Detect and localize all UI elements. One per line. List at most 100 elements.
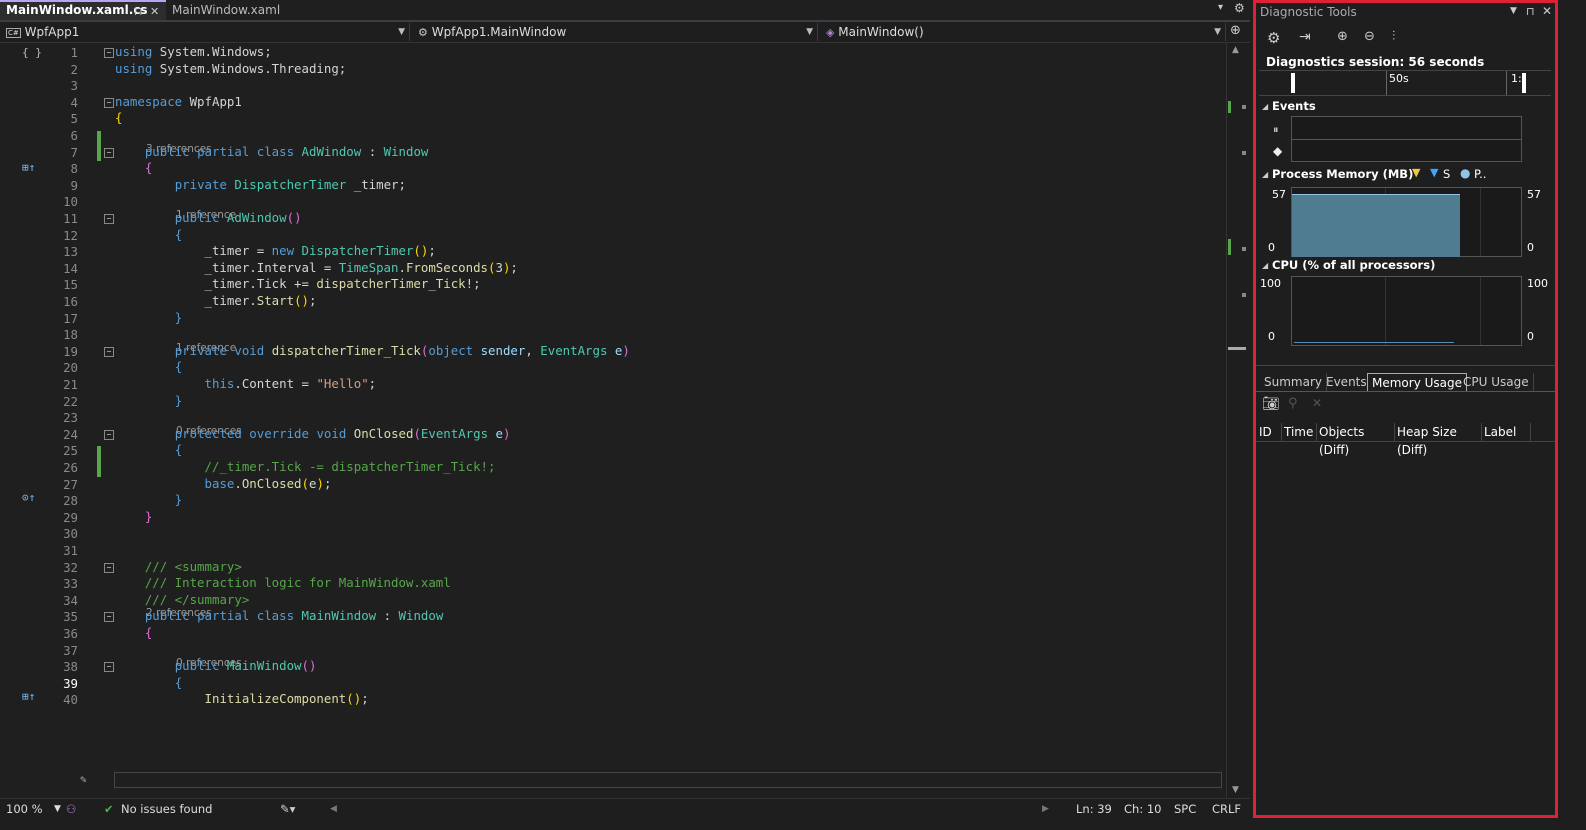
code-editor[interactable]: 1 using System.Windows; 2 using System.Wind… <box>0 43 1226 798</box>
code-line[interactable]: _timer.Start(); <box>115 292 317 309</box>
char-indicator[interactable]: Ch: 10 <box>1124 799 1161 819</box>
class-override-icon[interactable]: ⊞↑ <box>22 161 35 174</box>
code-line[interactable]: base.OnClosed(e); <box>115 475 332 492</box>
tab-overflow-icon[interactable]: ▾ <box>1218 2 1223 13</box>
tab-cpu-usage[interactable]: CPU Usage <box>1459 373 1534 391</box>
scroll-left-icon[interactable]: ◀ <box>330 799 337 819</box>
code-line[interactable]: } <box>115 309 182 326</box>
code-line[interactable]: { <box>115 441 182 458</box>
tab-summary[interactable]: Summary <box>1260 373 1327 391</box>
close-icon[interactable]: ✕ <box>1542 4 1552 18</box>
code-line[interactable]: { <box>115 358 182 375</box>
code-line[interactable]: InitializeComponent(); <box>115 690 369 707</box>
scroll-up-icon[interactable]: ▲ <box>1232 45 1239 55</box>
gear-icon[interactable]: ⚙ <box>1234 1 1245 15</box>
code-line[interactable]: private void dispatcherTimer_Tick(object… <box>115 342 630 359</box>
member-dropdown[interactable]: ◈ MainWindow() ▼ <box>822 23 1226 41</box>
settings-icon[interactable]: ⚙ <box>1267 29 1280 47</box>
code-line[interactable]: } <box>115 508 152 525</box>
code-line[interactable]: //_timer.Tick -= dispatcherTimer_Tick!; <box>115 458 496 475</box>
issues-status[interactable]: No issues found <box>121 799 212 819</box>
code-line[interactable]: { <box>115 159 152 176</box>
code-line[interactable]: private DispatcherTimer _timer; <box>115 176 406 193</box>
code-line[interactable]: protected override void OnClosed(EventAr… <box>115 425 511 442</box>
split-editor-icon[interactable]: ⊕ <box>1230 23 1241 38</box>
code-line[interactable]: } <box>115 392 182 409</box>
tab-mainwindow-xaml[interactable]: MainWindow.xaml <box>166 0 318 20</box>
collapse-toggle[interactable]: − <box>104 346 114 357</box>
column-heap-size-diff[interactable]: Heap Size (Diff) <box>1394 423 1482 457</box>
collapse-toggle[interactable]: − <box>104 97 114 108</box>
spacing-indicator[interactable]: SPC <box>1174 799 1196 819</box>
code-line[interactable]: using System.Windows.Threading; <box>115 60 346 77</box>
tab-mainwindow-xaml-cs[interactable]: MainWindow.xaml.cs ⊓ ✕ <box>0 0 166 20</box>
collapse-toggle[interactable]: − <box>104 662 114 673</box>
project-dropdown[interactable]: C# WpfApp1 ▼ <box>2 23 410 41</box>
chevron-down-icon[interactable]: ▼ <box>1510 6 1517 16</box>
brush-icon[interactable]: ✎▾ <box>280 799 295 819</box>
class-override-icon[interactable]: ⊞↑ <box>22 690 35 703</box>
code-line[interactable]: public AdWindow() <box>115 209 302 226</box>
collapse-icon[interactable]: ◢ <box>1262 102 1268 111</box>
collapse-toggle[interactable]: − <box>104 612 114 623</box>
timeline-end-handle[interactable] <box>1522 73 1526 93</box>
code-line[interactable]: public partial class AdWindow : Window <box>115 143 429 160</box>
timeline-ruler[interactable]: 50s 1: <box>1259 70 1551 96</box>
line-indicator[interactable]: Ln: 39 <box>1076 799 1112 819</box>
zoom-in-icon[interactable]: ⊕ <box>1337 29 1348 44</box>
zoom-level[interactable]: 100 % <box>6 799 43 819</box>
events-graph[interactable] <box>1291 116 1522 162</box>
code-line[interactable]: public partial class MainWindow : Window <box>115 607 443 624</box>
code-line[interactable]: public MainWindow() <box>115 657 317 674</box>
code-line[interactable]: _timer.Tick += dispatcherTimer_Tick!; <box>115 275 481 292</box>
scroll-thumb[interactable] <box>1228 347 1246 350</box>
column-objects-diff[interactable]: Objects (Diff) <box>1316 423 1395 457</box>
scroll-right-icon[interactable]: ▶ <box>1042 799 1049 819</box>
reset-view-icon[interactable]: ⫶ <box>1392 29 1395 44</box>
pin-icon[interactable]: ⊓ <box>134 4 143 20</box>
copilot-icon[interactable]: ⚇ <box>66 799 76 819</box>
zoom-out-icon[interactable]: ⊖ <box>1364 29 1375 44</box>
eol-indicator[interactable]: CRLF <box>1212 799 1241 819</box>
pause-icon[interactable]: ⏸ <box>1273 123 1279 137</box>
collapse-icon[interactable]: ◢ <box>1262 170 1268 179</box>
collapse-toggle[interactable]: − <box>104 48 114 58</box>
timeline-start-handle[interactable] <box>1291 73 1295 93</box>
chevron-down-icon[interactable]: ▼ <box>54 799 61 819</box>
collapse-toggle[interactable]: − <box>104 429 114 440</box>
breakpoint-icon[interactable]: { } <box>22 46 42 59</box>
column-label[interactable]: Label <box>1481 423 1531 441</box>
export-icon[interactable]: ⇥ <box>1299 29 1311 45</box>
close-icon[interactable]: ✕ <box>150 4 159 20</box>
code-line[interactable]: using System.Windows; <box>115 43 272 60</box>
column-id[interactable]: ID <box>1256 423 1282 441</box>
code-line[interactable]: _timer.Interval = TimeSpan.FromSeconds(3… <box>115 259 518 276</box>
tab-memory-usage[interactable]: Memory Usage <box>1367 373 1468 392</box>
code-line[interactable]: { <box>115 624 152 641</box>
cpu-graph[interactable] <box>1291 276 1522 346</box>
code-line[interactable]: this.Content = "Hello"; <box>115 375 377 392</box>
code-line[interactable]: { <box>115 226 182 243</box>
code-line[interactable]: } <box>115 491 182 508</box>
code-line[interactable]: /// <summary> <box>115 558 242 575</box>
override-method-icon[interactable]: ⊙↑ <box>22 491 35 504</box>
collapse-toggle[interactable]: − <box>104 147 114 158</box>
collapse-toggle[interactable]: − <box>104 214 114 224</box>
tab-events[interactable]: Events <box>1322 373 1372 391</box>
code-line[interactable]: namespace WpfApp1 <box>115 93 242 110</box>
brush-icon[interactable]: ✎ <box>80 773 87 786</box>
code-line[interactable]: { <box>115 674 182 691</box>
pin-icon[interactable]: ⊓ <box>1526 5 1535 18</box>
camera-icon[interactable]: 📷︎ <box>1262 396 1280 412</box>
code-line[interactable]: /// Interaction logic for MainWindow.xam… <box>115 574 451 591</box>
collapse-icon[interactable]: ◢ <box>1262 261 1268 270</box>
code-line[interactable]: /// </summary> <box>115 591 249 608</box>
class-dropdown[interactable]: ⚙ WpfApp1.MainWindow ▼ <box>414 23 818 41</box>
vertical-scrollbar[interactable]: ▲ ▼ <box>1226 43 1247 798</box>
column-time[interactable]: Time <box>1281 423 1317 441</box>
scroll-down-icon[interactable]: ▼ <box>1232 785 1239 795</box>
collapse-toggle[interactable]: − <box>104 562 114 573</box>
memory-graph[interactable] <box>1291 187 1522 257</box>
code-line[interactable]: { <box>115 109 122 126</box>
code-line[interactable]: _timer = new DispatcherTimer(); <box>115 242 436 259</box>
